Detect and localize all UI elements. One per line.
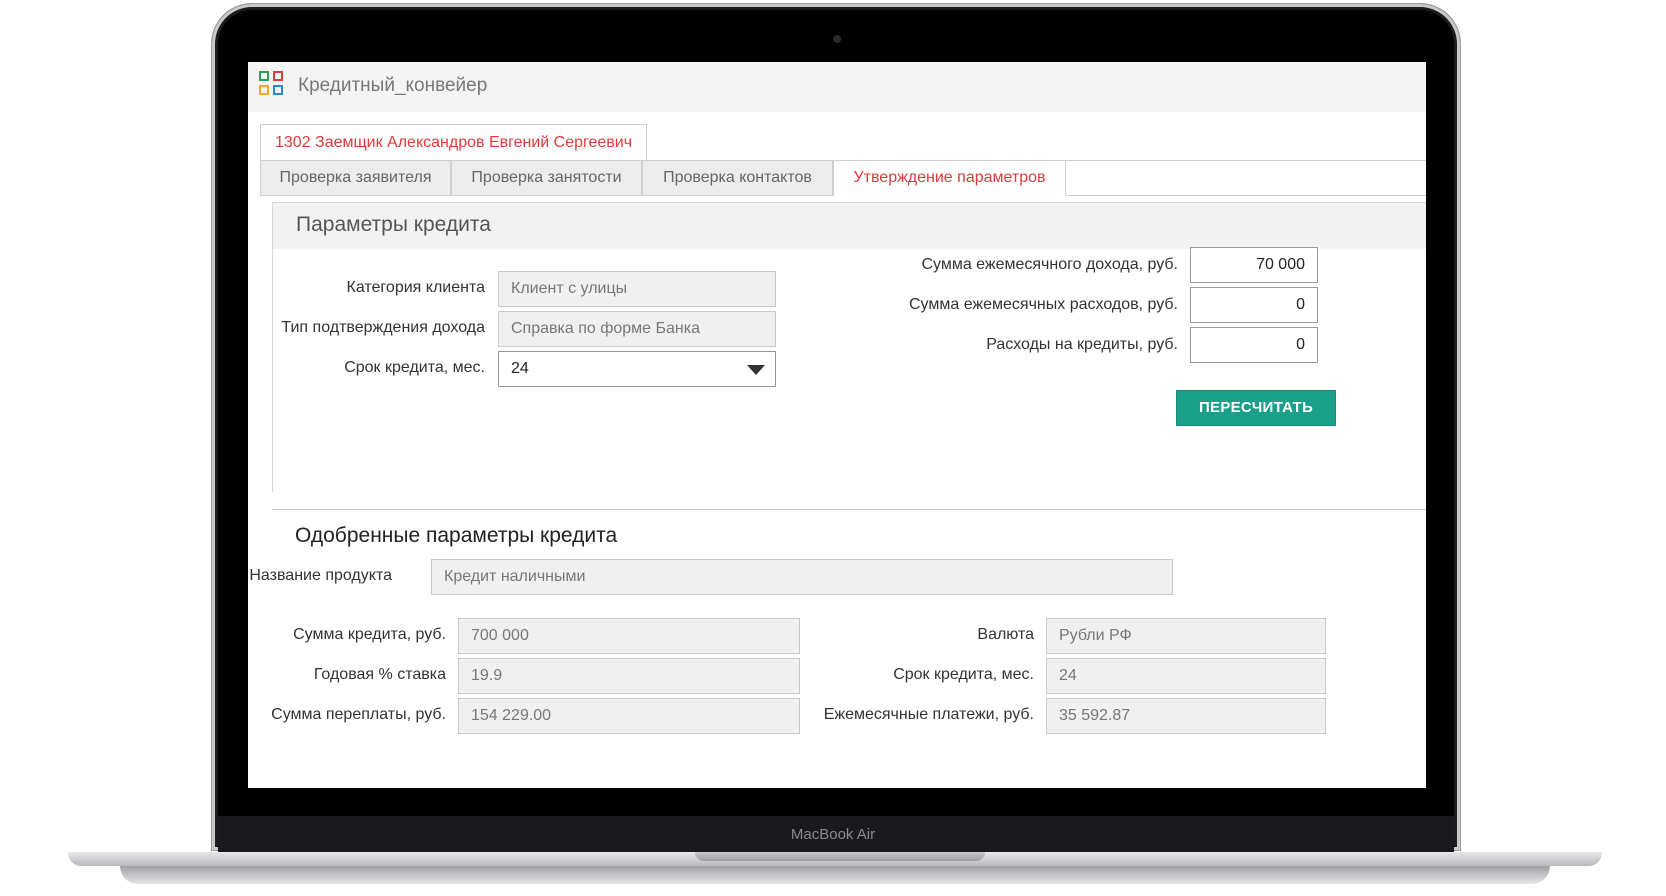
app-screen: Кредитный_конвейер 1302 Заемщик Александ… <box>248 62 1426 788</box>
term-select-value: 24 <box>511 360 529 377</box>
currency-field[interactable]: Рубли РФ <box>1046 618 1326 654</box>
product-name-field[interactable]: Кредит наличными <box>431 559 1173 595</box>
tab-applicant-check[interactable]: Проверка заявителя <box>260 160 451 196</box>
tab-contacts-check[interactable]: Проверка контактов <box>642 160 833 196</box>
logo-square-red <box>273 71 283 81</box>
app-grid-icon[interactable] <box>259 71 287 99</box>
loan-amount-label: Сумма кредита, руб. <box>293 626 446 643</box>
section-divider <box>272 509 1426 510</box>
credit-expenses-input[interactable]: 0 <box>1190 327 1318 363</box>
tabs-bar: Проверка заявителя Проверка занятости Пр… <box>260 160 1426 196</box>
record-tab[interactable]: 1302 Заемщик Александров Евгений Сергеев… <box>260 124 648 160</box>
app-title: Кредитный_конвейер <box>298 75 488 96</box>
approved-params-title: Одобренные параметры кредита <box>295 524 618 547</box>
laptop-notch <box>695 852 985 861</box>
term-label: Срок кредита, мес. <box>344 359 485 376</box>
logo-square-blue <box>273 85 283 95</box>
currency-label: Валюта <box>977 626 1034 643</box>
loan-amount-field[interactable]: 700 000 <box>458 618 800 654</box>
overpayment-label: Сумма переплаты, руб. <box>271 706 446 723</box>
logo-square-orange <box>259 85 269 95</box>
credit-params-title: Параметры кредита <box>296 213 491 236</box>
approved-term-field[interactable]: 24 <box>1046 658 1326 694</box>
credit-params-header: Параметры кредита <box>273 203 1426 249</box>
tab-employment-check[interactable]: Проверка занятости <box>451 160 642 196</box>
logo-square-green <box>259 71 269 81</box>
monthly-payment-label: Ежемесячные платежи, руб. <box>823 706 1034 723</box>
term-select[interactable]: 24 <box>498 351 776 387</box>
chevron-down-icon[interactable] <box>747 365 765 375</box>
annual-rate-label: Годовая % ставка <box>313 666 446 683</box>
income-confirmation-label: Тип подтверждения дохода <box>281 319 485 336</box>
annual-rate-field[interactable]: 19.9 <box>458 658 800 694</box>
monthly-income-input[interactable]: 70 000 <box>1190 247 1318 283</box>
monthly-expenses-label: Сумма ежемесячных расходов, руб. <box>908 296 1178 313</box>
monthly-payment-field[interactable]: 35 592.87 <box>1046 698 1326 734</box>
overpayment-field[interactable]: 154 229.00 <box>458 698 800 734</box>
camera-dot <box>833 35 841 43</box>
product-name-label: Название продукта <box>249 567 392 584</box>
client-category-label: Категория клиента <box>346 279 485 296</box>
recalculate-button[interactable]: ПЕРЕСЧИТАТЬ <box>1176 390 1336 426</box>
credit-expenses-label: Расходы на кредиты, руб. <box>986 336 1178 353</box>
monthly-expenses-input[interactable]: 0 <box>1190 287 1318 323</box>
tab-params-approval[interactable]: Утверждение параметров <box>833 160 1066 196</box>
approved-term-label: Срок кредита, мес. <box>893 666 1034 683</box>
monthly-income-label: Сумма ежемесячного дохода, руб. <box>921 256 1178 273</box>
device-brand-label: MacBook Air <box>790 826 876 843</box>
income-confirmation-field[interactable]: Справка по форме Банка <box>498 311 776 347</box>
client-category-field[interactable]: Клиент с улицы <box>498 271 776 307</box>
app-header: Кредитный_конвейер <box>248 62 1426 112</box>
laptop-base-shadow <box>120 866 1550 884</box>
